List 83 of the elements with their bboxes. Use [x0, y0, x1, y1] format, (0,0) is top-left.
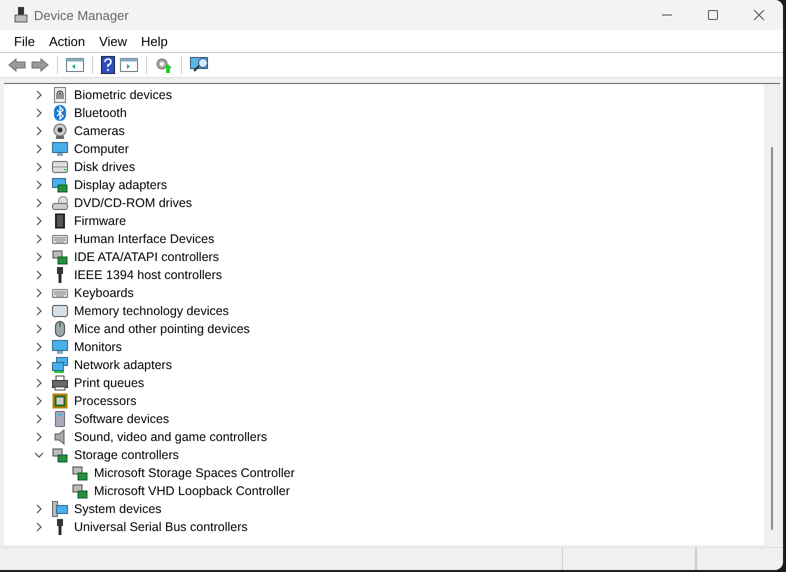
tree-item[interactable]: Display adapters [74, 178, 168, 192]
chevron-icon[interactable] [34, 270, 44, 280]
chevron-icon[interactable] [34, 522, 44, 532]
forward-arrow-icon[interactable] [31, 58, 49, 72]
chevron-icon[interactable] [34, 396, 44, 406]
window-title: Device Manager [34, 8, 129, 22]
cpu-icon [52, 393, 68, 409]
chevron-icon[interactable] [34, 432, 44, 442]
tree-item[interactable]: Biometric devices [74, 88, 172, 102]
window-pane-icon[interactable] [120, 58, 138, 72]
tree-item[interactable]: Print queues [74, 376, 144, 390]
tree-item[interactable]: IDE ATA/ATAPI controllers [74, 250, 219, 264]
tree-item[interactable]: Computer [74, 142, 129, 156]
drive-icon [52, 159, 68, 175]
scrollbar[interactable] [764, 84, 780, 545]
chevron-icon[interactable] [34, 414, 44, 424]
chevron-icon[interactable] [34, 342, 44, 352]
chevron-icon[interactable] [34, 234, 44, 244]
printer-icon [52, 375, 68, 391]
tree-item[interactable]: Storage controllers [74, 448, 179, 462]
system-icon [52, 501, 68, 517]
tree-item[interactable]: Monitors [74, 340, 122, 354]
card-icon [72, 465, 88, 481]
tree-item[interactable]: Software devices [74, 412, 170, 426]
chevron-icon[interactable] [34, 360, 44, 370]
chevron-icon[interactable] [34, 324, 44, 334]
tree-item[interactable]: Disk drives [74, 160, 136, 174]
card-icon [72, 483, 88, 499]
chevron-icon[interactable] [34, 450, 44, 460]
maximize-icon[interactable] [707, 9, 719, 21]
window-pane-icon[interactable] [66, 58, 84, 72]
memory-icon [52, 303, 68, 319]
menu-item[interactable]: File [7, 34, 42, 48]
menu-item[interactable]: Action [42, 34, 92, 48]
chevron-icon[interactable] [34, 216, 44, 226]
chevron-icon[interactable] [34, 90, 44, 100]
card-monitor-icon [52, 177, 68, 193]
tree-item[interactable]: System devices [74, 502, 162, 516]
device-icon [14, 7, 28, 23]
tree-item[interactable]: Human Interface Devices [74, 232, 214, 246]
tree-item[interactable]: Processors [74, 394, 137, 408]
close-icon[interactable] [753, 9, 765, 21]
tree-item[interactable]: Cameras [74, 124, 125, 138]
mouse-icon [52, 321, 68, 337]
chevron-icon[interactable] [34, 288, 44, 298]
tree-item[interactable]: Universal Serial Bus controllers [74, 520, 248, 534]
tree-item[interactable]: Mice and other pointing devices [74, 322, 250, 336]
bluetooth-icon [52, 105, 68, 121]
monitor-icon [52, 339, 68, 355]
tree-item[interactable]: Microsoft VHD Loopback Controller [94, 484, 290, 498]
monitor-icon [52, 141, 68, 157]
chevron-icon[interactable] [34, 108, 44, 118]
tree-item[interactable]: Firmware [74, 214, 126, 228]
chevron-icon[interactable] [34, 162, 44, 172]
tree-item[interactable]: IEEE 1394 host controllers [74, 268, 222, 282]
tree-item[interactable]: Memory technology devices [74, 304, 229, 318]
webcam-icon [52, 123, 68, 139]
tree-item[interactable]: Network adapters [74, 358, 172, 372]
tree-item[interactable]: Keyboards [74, 286, 134, 300]
chevron-icon[interactable] [34, 144, 44, 154]
optical-icon [52, 195, 68, 211]
gear-update-icon[interactable] [155, 56, 173, 74]
fingerprint-icon [52, 87, 68, 103]
chip-icon [52, 213, 68, 229]
chevron-icon[interactable] [34, 378, 44, 388]
menu-item[interactable]: View [92, 34, 134, 48]
tree-item[interactable]: Microsoft Storage Spaces Controller [94, 466, 295, 480]
network-icon [52, 357, 68, 373]
tower-icon [52, 411, 68, 427]
tree-item[interactable]: DVD/CD-ROM drives [74, 196, 192, 210]
card-icon [52, 447, 68, 463]
card-icon [52, 249, 68, 265]
chevron-icon[interactable] [34, 126, 44, 136]
tree-item[interactable]: Bluetooth [74, 106, 127, 120]
chevron-icon[interactable] [34, 252, 44, 262]
chevron-icon[interactable] [34, 306, 44, 316]
help-icon[interactable] [101, 56, 115, 74]
chevron-icon[interactable] [34, 198, 44, 208]
tree-item[interactable]: Sound, video and game controllers [74, 430, 268, 444]
menu-item[interactable]: Help [134, 34, 175, 48]
chevron-icon[interactable] [34, 504, 44, 514]
chevron-icon[interactable] [34, 180, 44, 190]
back-arrow-icon[interactable] [8, 58, 26, 72]
